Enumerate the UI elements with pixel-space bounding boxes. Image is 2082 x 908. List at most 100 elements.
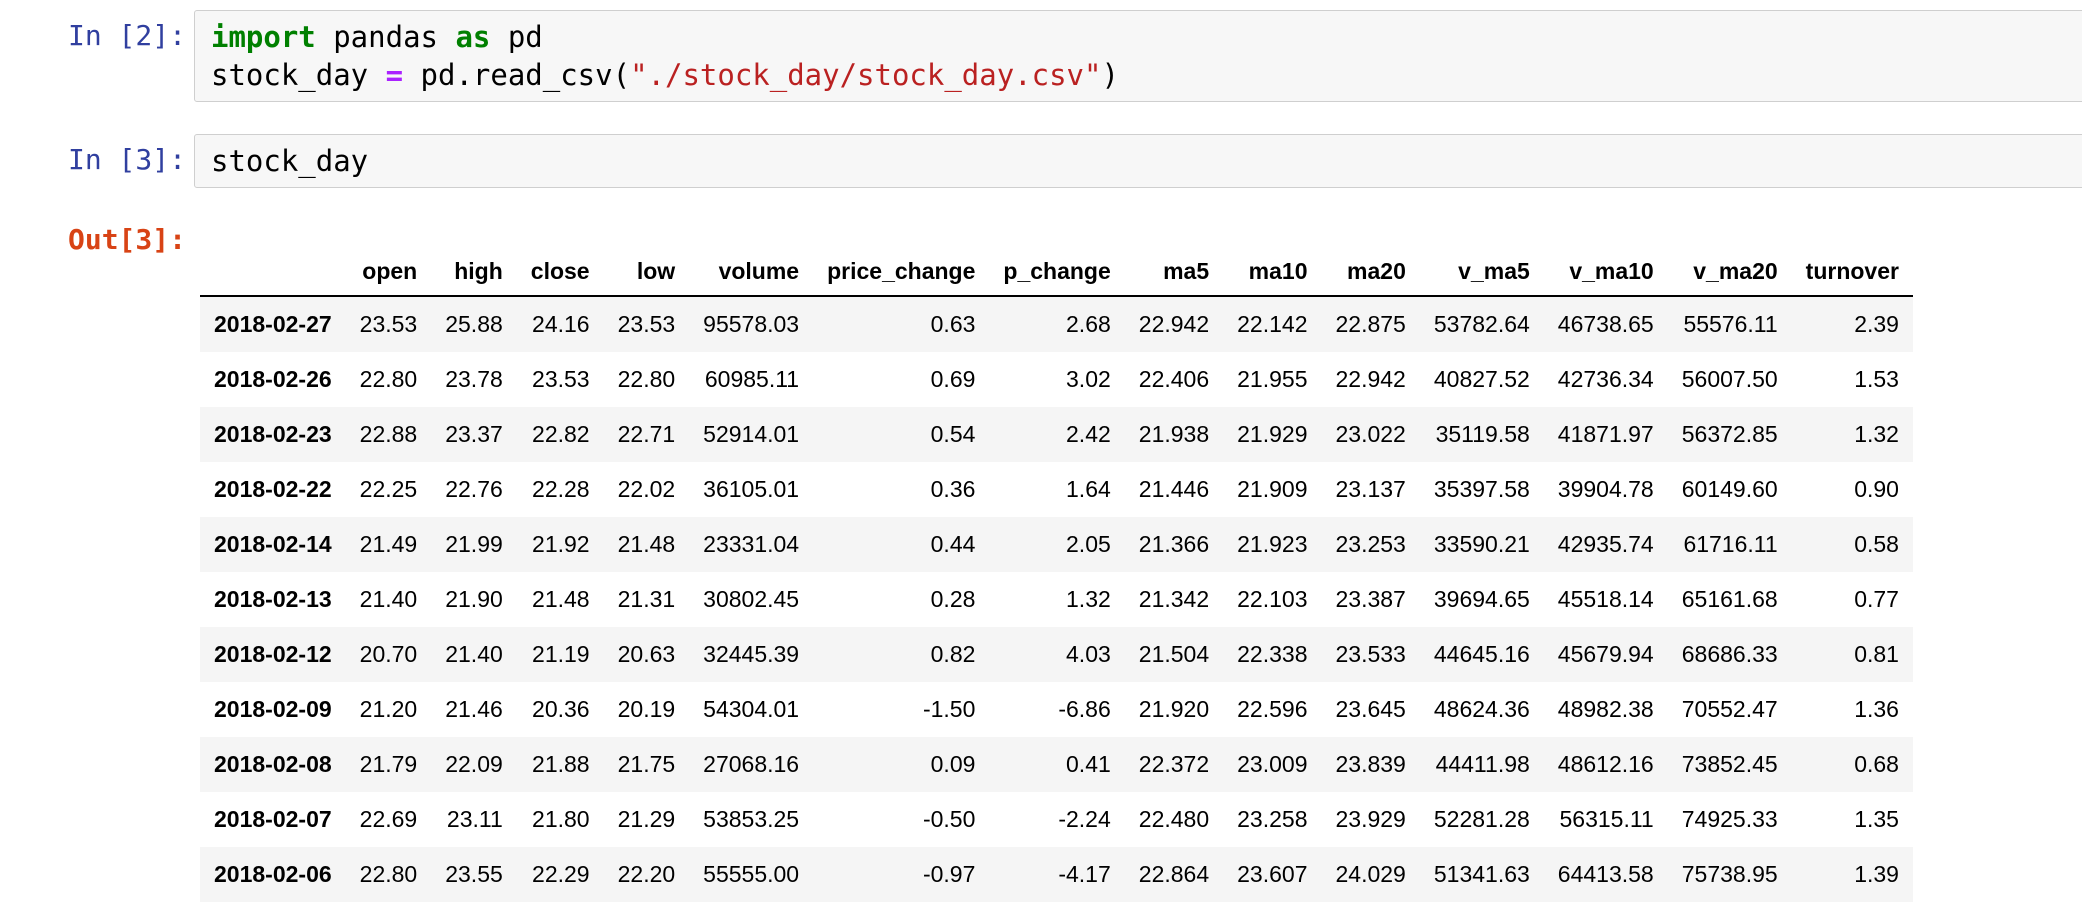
dataframe-body: 2018-02-2723.5325.8824.1623.5395578.030.… <box>200 296 1913 908</box>
table-cell: -6.86 <box>989 682 1124 737</box>
table-cell: 44645.16 <box>1420 627 1544 682</box>
table-cell: 21.923 <box>1223 517 1321 572</box>
table-cell: 22.80 <box>346 352 432 407</box>
table-cell: 23.53 <box>346 296 432 352</box>
table-cell: 21.79 <box>346 737 432 792</box>
column-header-v_ma5: v_ma5 <box>1420 250 1544 296</box>
table-cell: 23.022 <box>1322 407 1420 462</box>
table-cell: 77070.00 <box>1668 902 1792 908</box>
table-cell: 22.82 <box>517 407 604 462</box>
table-row: 2018-02-0921.2021.4620.3620.1954304.01-1… <box>200 682 1913 737</box>
table-cell: -1.50 <box>813 682 989 737</box>
code-token-plain: stock_day <box>211 58 386 92</box>
table-row: 2018-02-0522.4523.3923.2722.2552341.390.… <box>200 902 1913 908</box>
table-cell: 23331.04 <box>689 517 813 572</box>
table-cell: 48624.36 <box>1420 682 1544 737</box>
code-token-keyword: as <box>455 20 490 54</box>
table-cell: 21.342 <box>1125 572 1223 627</box>
table-cell: 22.142 <box>1223 296 1321 352</box>
table-cell: 0.63 <box>813 296 989 352</box>
code-cell-in2: In [2]: import pandas as pdstock_day = p… <box>0 10 2082 102</box>
table-cell: 41871.97 <box>1544 407 1668 462</box>
code-input-in3[interactable]: stock_day <box>194 134 2082 188</box>
table-cell: 22.80 <box>604 352 690 407</box>
table-cell: 20.70 <box>346 627 432 682</box>
table-cell: 21.40 <box>431 627 517 682</box>
table-cell: 0.77 <box>1792 572 1913 627</box>
table-cell: 1.64 <box>989 462 1124 517</box>
table-cell: 56007.50 <box>1668 352 1792 407</box>
row-index: 2018-02-05 <box>200 902 346 908</box>
table-cell: 21.90 <box>431 572 517 627</box>
table-cell: 3.02 <box>989 352 1124 407</box>
table-cell: 68686.33 <box>1668 627 1792 682</box>
table-cell: 64413.58 <box>1544 847 1668 902</box>
table-cell: 46738.65 <box>1544 296 1668 352</box>
table-cell: 22.942 <box>1322 352 1420 407</box>
code-token-string: "./stock_day/stock_day.csv" <box>630 58 1101 92</box>
code-input-in2[interactable]: import pandas as pdstock_day = pd.read_c… <box>194 10 2082 102</box>
table-cell: 4.03 <box>989 627 1124 682</box>
table-cell: 23.39 <box>431 902 517 908</box>
table-cell: 1.35 <box>1792 792 1913 847</box>
table-cell: 0.69 <box>813 352 989 407</box>
column-header-v_ma10: v_ma10 <box>1544 250 1668 296</box>
table-cell: 21.29 <box>604 792 690 847</box>
row-index: 2018-02-22 <box>200 462 346 517</box>
output-area: openhighcloselowvolumeprice_changep_chan… <box>194 220 2082 908</box>
table-cell: 39694.65 <box>1420 572 1544 627</box>
table-cell: 24.029 <box>1322 847 1420 902</box>
table-cell: 1.36 <box>1792 682 1913 737</box>
table-cell: 55555.00 <box>689 847 813 902</box>
code-cell-in3: In [3]: stock_day <box>0 134 2082 188</box>
column-header-turnover: turnover <box>1792 250 1913 296</box>
table-cell: 35119.58 <box>1420 407 1544 462</box>
code-token-plain: pd <box>490 20 542 54</box>
table-cell: 30802.45 <box>689 572 813 627</box>
table-cell: 1.31 <box>1792 902 1913 908</box>
table-cell: 42736.34 <box>1544 352 1668 407</box>
table-cell: 55576.11 <box>1668 296 1792 352</box>
table-cell: 21.446 <box>1125 462 1223 517</box>
table-row: 2018-02-2222.2522.7622.2822.0236105.010.… <box>200 462 1913 517</box>
table-cell: 35397.58 <box>1420 462 1544 517</box>
row-index: 2018-02-07 <box>200 792 346 847</box>
table-row: 2018-02-2723.5325.8824.1623.5395578.030.… <box>200 296 1913 352</box>
table-cell: 22.80 <box>346 847 432 902</box>
table-cell: 39904.78 <box>1544 462 1668 517</box>
table-cell: 53853.25 <box>689 792 813 847</box>
table-cell: 70552.47 <box>1668 682 1792 737</box>
table-cell: 40827.52 <box>1420 352 1544 407</box>
table-cell: 22.942 <box>1125 296 1223 352</box>
table-cell: 0.82 <box>813 627 989 682</box>
table-cell: 95578.03 <box>689 296 813 352</box>
table-cell: 22.29 <box>517 847 604 902</box>
table-cell: 22.71 <box>604 407 690 462</box>
table-cell: 21.88 <box>517 737 604 792</box>
table-cell: -0.50 <box>813 792 989 847</box>
table-cell: 22.25 <box>604 902 690 908</box>
code-token-plain: ) <box>1101 58 1118 92</box>
table-cell: 60985.11 <box>689 352 813 407</box>
table-cell: 24.16 <box>517 296 604 352</box>
table-cell: 22.20 <box>604 847 690 902</box>
table-cell: 45518.14 <box>1544 572 1668 627</box>
table-cell: 23.839 <box>1322 737 1420 792</box>
table-cell: 23.607 <box>1223 847 1321 902</box>
code-line: stock_day <box>211 142 2082 180</box>
table-cell: 22.09 <box>431 737 517 792</box>
table-cell: 0.36 <box>813 462 989 517</box>
table-cell: 21.31 <box>604 572 690 627</box>
row-index: 2018-02-06 <box>200 847 346 902</box>
table-cell: 22.02 <box>604 462 690 517</box>
table-cell: 21.92 <box>517 517 604 572</box>
table-cell: 23.533 <box>1322 627 1420 682</box>
table-cell: 42935.74 <box>1544 517 1668 572</box>
code-token-keyword: import <box>211 20 316 54</box>
table-cell: 23.37 <box>431 407 517 462</box>
table-cell: 1.53 <box>1792 352 1913 407</box>
table-cell: 21.19 <box>517 627 604 682</box>
table-cell: 56315.11 <box>1544 792 1668 847</box>
row-index: 2018-02-27 <box>200 296 346 352</box>
table-cell: 52914.01 <box>689 407 813 462</box>
